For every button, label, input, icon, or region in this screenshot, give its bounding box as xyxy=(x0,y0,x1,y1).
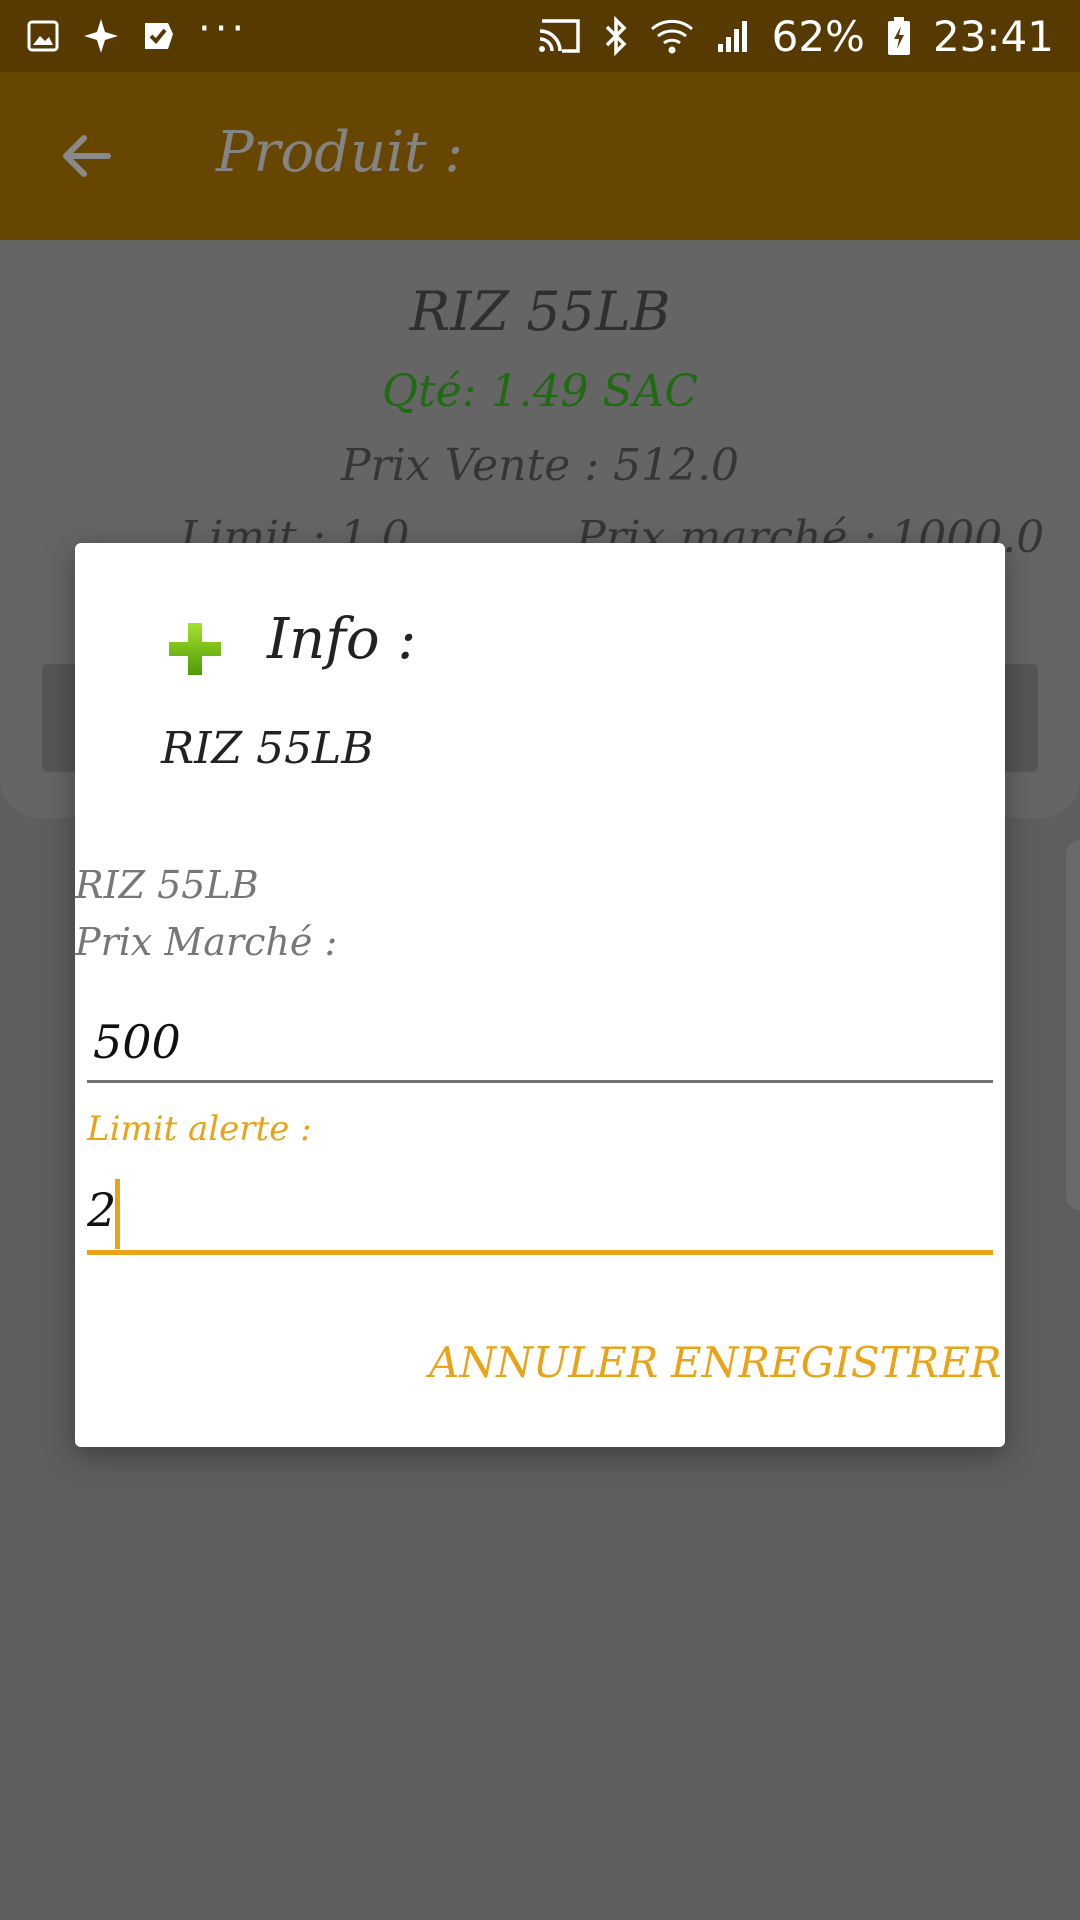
market-price-label: Prix Marché : xyxy=(75,920,338,964)
dialog-message: RIZ 55LB xyxy=(161,723,374,774)
bluetooth-icon xyxy=(604,16,628,56)
limit-alert-input[interactable] xyxy=(87,1171,993,1249)
product-sale-price: Prix Vente : 512.0 xyxy=(340,440,740,491)
checklist-icon xyxy=(142,19,176,53)
market-price-input[interactable] xyxy=(87,1003,993,1083)
cancel-button[interactable]: ANNULER xyxy=(429,1327,658,1397)
clock: 23:41 xyxy=(932,11,1054,61)
more-notifications: ··· xyxy=(198,6,249,52)
signal-icon xyxy=(716,18,750,54)
save-button[interactable]: ENREGISTRER xyxy=(671,1327,1002,1397)
side-panel-handle[interactable] xyxy=(1066,840,1080,1210)
product-name: RIZ 55LB xyxy=(409,280,671,343)
limit-alert-field[interactable] xyxy=(87,1171,993,1255)
text-cursor xyxy=(115,1179,120,1249)
battery-percentage: 62% xyxy=(771,11,865,61)
gallery-icon xyxy=(26,19,60,53)
app-icon xyxy=(82,17,120,55)
app-toolbar: Produit : xyxy=(0,72,1080,240)
status-bar-left: ··· xyxy=(26,6,248,55)
battery-icon xyxy=(887,16,911,56)
product-quantity: Qté: 1.49 SAC xyxy=(381,366,699,417)
limit-alert-label: Limit alerte : xyxy=(87,1109,312,1149)
plus-icon xyxy=(167,621,223,677)
status-bar: ··· 62% 23:41 xyxy=(0,0,1080,72)
arrow-back-icon[interactable] xyxy=(58,128,114,184)
cast-icon xyxy=(536,17,582,55)
status-bar-right: 62% 23:41 xyxy=(536,12,1054,61)
dialog-title: Info : xyxy=(267,607,417,672)
product-heading: RIZ 55LB xyxy=(75,863,259,907)
wifi-icon xyxy=(650,17,694,55)
info-dialog: Info : RIZ 55LB RIZ 55LB Prix Marché : L… xyxy=(75,543,1005,1447)
page-title: Produit : xyxy=(216,120,464,185)
